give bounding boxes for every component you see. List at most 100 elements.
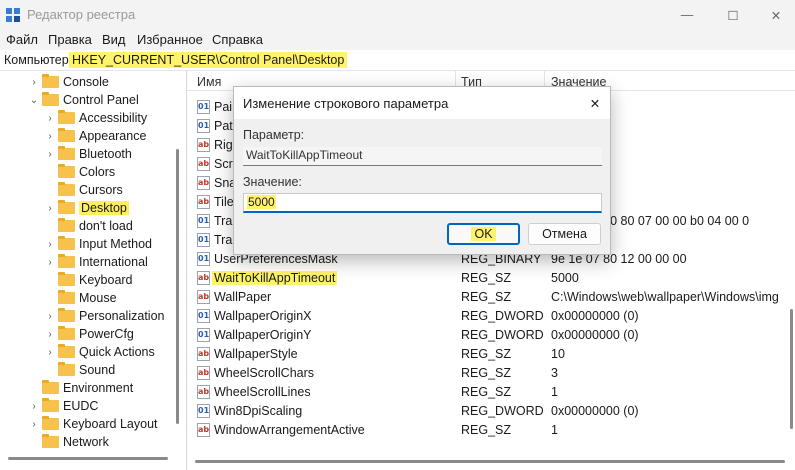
string-value-icon: ab	[197, 385, 210, 399]
menu-edit[interactable]: Правка	[48, 32, 92, 47]
value-data: 3	[551, 366, 558, 380]
chevron-right-icon[interactable]: ›	[44, 253, 56, 271]
binary-value-icon: 01	[197, 252, 210, 266]
address-bar[interactable]: Компьютер\ HKEY_CURRENT_USER\Control Pan…	[0, 50, 795, 71]
tree-item-network[interactable]: Network	[28, 433, 109, 451]
folder-icon	[58, 290, 75, 304]
tree-item-keyboard[interactable]: Keyboard	[44, 271, 133, 289]
tree-item-mouse[interactable]: Mouse	[44, 289, 117, 307]
maximize-button[interactable]: ☐	[710, 0, 756, 30]
table-row[interactable]: ab WindowArrangementActive REG_SZ 1	[187, 421, 795, 440]
tree-item-console[interactable]: › Console	[28, 73, 109, 91]
folder-icon	[58, 128, 75, 142]
chevron-right-icon[interactable]: ›	[44, 343, 56, 361]
chevron-right-icon[interactable]: ›	[44, 199, 56, 217]
table-row[interactable]: ab WallpaperStyle REG_SZ 10	[187, 345, 795, 364]
folder-icon	[42, 74, 59, 88]
tree-item-desktop[interactable]: › Desktop	[44, 199, 129, 217]
value-data: 0x00000000 (0)	[551, 328, 639, 342]
tree-item-sound[interactable]: Sound	[44, 361, 115, 379]
tree-item-powercfg[interactable]: › PowerCfg	[44, 325, 134, 343]
tree-item-environment[interactable]: Environment	[28, 379, 133, 397]
folder-icon	[42, 92, 59, 106]
menu-file[interactable]: Файл	[6, 32, 38, 47]
chevron-right-icon[interactable]: ›	[28, 415, 40, 433]
value-type: REG_SZ	[461, 366, 512, 380]
folder-icon	[58, 308, 75, 322]
folder-icon	[58, 182, 75, 196]
column-name-header[interactable]: Имя	[197, 75, 221, 89]
folder-icon	[58, 164, 75, 178]
string-value-icon: ab	[197, 347, 210, 361]
table-row[interactable]: ab WheelScrollLines REG_SZ 1	[187, 383, 795, 402]
value-type: REG_SZ	[461, 271, 512, 285]
chevron-right-icon[interactable]: ›	[44, 325, 56, 343]
tree-item-quick-actions[interactable]: › Quick Actions	[44, 343, 155, 361]
minimize-button[interactable]: —	[664, 0, 710, 30]
param-label: Параметр:	[243, 128, 305, 142]
value-data: 5000	[551, 271, 579, 285]
tree-item-bluetooth[interactable]: › Bluetooth	[44, 145, 132, 163]
table-row[interactable]: 01 Win8DpiScaling REG_DWORD 0x00000000 (0)	[187, 402, 795, 421]
value-type: REG_DWORD	[461, 309, 544, 323]
tree-item-eudc[interactable]: › EUDC	[28, 397, 98, 415]
chevron-right-icon[interactable]: ›	[28, 73, 40, 91]
edit-string-dialog: Изменение строкового параметра ✕ Парамет…	[233, 86, 611, 255]
tree-item-control-panel[interactable]: ⌄ Control Panel	[28, 91, 139, 109]
table-row[interactable]: ab WallPaper REG_SZ C:\Windows\web\wallpape…	[187, 288, 795, 307]
ok-button[interactable]: OK	[447, 223, 520, 245]
menu-view[interactable]: Вид	[102, 32, 126, 47]
chevron-right-icon[interactable]: ›	[44, 145, 56, 163]
value-name: Tile	[214, 195, 234, 209]
table-row[interactable]: ab WaitToKillAppTimeout REG_SZ 5000	[187, 269, 795, 288]
chevron-right-icon[interactable]: ›	[44, 235, 56, 253]
title-bar: Редактор реестра — ☐ ✕	[0, 0, 795, 30]
tree-item-input-method[interactable]: › Input Method	[44, 235, 152, 253]
folder-icon	[58, 272, 75, 286]
tree-item-personalization[interactable]: › Personalization	[44, 307, 164, 325]
cancel-button[interactable]: Отмена	[528, 223, 601, 245]
binary-value-icon: 01	[197, 309, 210, 323]
chevron-right-icon[interactable]: ›	[44, 109, 56, 127]
tree-item-international[interactable]: › International	[44, 253, 148, 271]
tree-horizontal-scrollbar[interactable]	[8, 457, 168, 460]
value-input[interactable]: 5000	[243, 193, 602, 213]
table-row[interactable]: 01 WallpaperOriginX REG_DWORD 0x00000000 (0…	[187, 307, 795, 326]
close-button[interactable]: ✕	[753, 0, 795, 30]
chevron-right-icon[interactable]: ›	[28, 397, 40, 415]
tree-item-colors[interactable]: Colors	[44, 163, 115, 181]
binary-value-icon: 01	[197, 119, 210, 133]
table-row[interactable]: 01 WallpaperOriginY REG_DWORD 0x00000000 (0…	[187, 326, 795, 345]
param-name-field[interactable]: WaitToKillAppTimeout	[243, 147, 602, 166]
binary-value-icon: 01	[197, 404, 210, 418]
menu-help[interactable]: Справка	[212, 32, 263, 47]
string-value-icon: ab	[197, 271, 210, 285]
list-vertical-scrollbar[interactable]	[790, 309, 793, 429]
chevron-right-icon[interactable]: ›	[44, 307, 56, 325]
value-data: C:\Windows\web\wallpaper\Windows\img	[551, 290, 779, 304]
tree-item-dont-load[interactable]: don't load	[44, 217, 133, 235]
binary-value-icon: 01	[197, 214, 210, 228]
tree-item-keyboard-layout[interactable]: › Keyboard Layout	[28, 415, 158, 433]
value-type: REG_SZ	[461, 290, 512, 304]
tree-vertical-scrollbar[interactable]	[176, 149, 179, 424]
table-row[interactable]: ab WheelScrollChars REG_SZ 3	[187, 364, 795, 383]
binary-value-icon: 01	[197, 100, 210, 114]
value-name: WallPaper	[214, 290, 272, 304]
chevron-down-icon[interactable]: ⌄	[28, 91, 40, 109]
value-type: REG_DWORD	[461, 404, 544, 418]
value-name: WallpaperStyle	[214, 347, 298, 361]
chevron-right-icon[interactable]: ›	[44, 127, 56, 145]
menu-favorites[interactable]: Избранное	[137, 32, 203, 47]
dialog-close-button[interactable]: ✕	[584, 93, 606, 113]
value-data: 1	[551, 423, 558, 437]
string-value-icon: ab	[197, 157, 210, 171]
folder-icon	[42, 398, 59, 412]
string-value-icon: ab	[197, 176, 210, 190]
folder-icon	[58, 110, 75, 124]
list-horizontal-scrollbar[interactable]	[195, 460, 785, 463]
tree-item-appearance[interactable]: › Appearance	[44, 127, 146, 145]
address-path: HKEY_CURRENT_USER\Control Panel\Desktop	[69, 52, 348, 68]
tree-item-accessibility[interactable]: › Accessibility	[44, 109, 147, 127]
tree-item-cursors[interactable]: Cursors	[44, 181, 123, 199]
